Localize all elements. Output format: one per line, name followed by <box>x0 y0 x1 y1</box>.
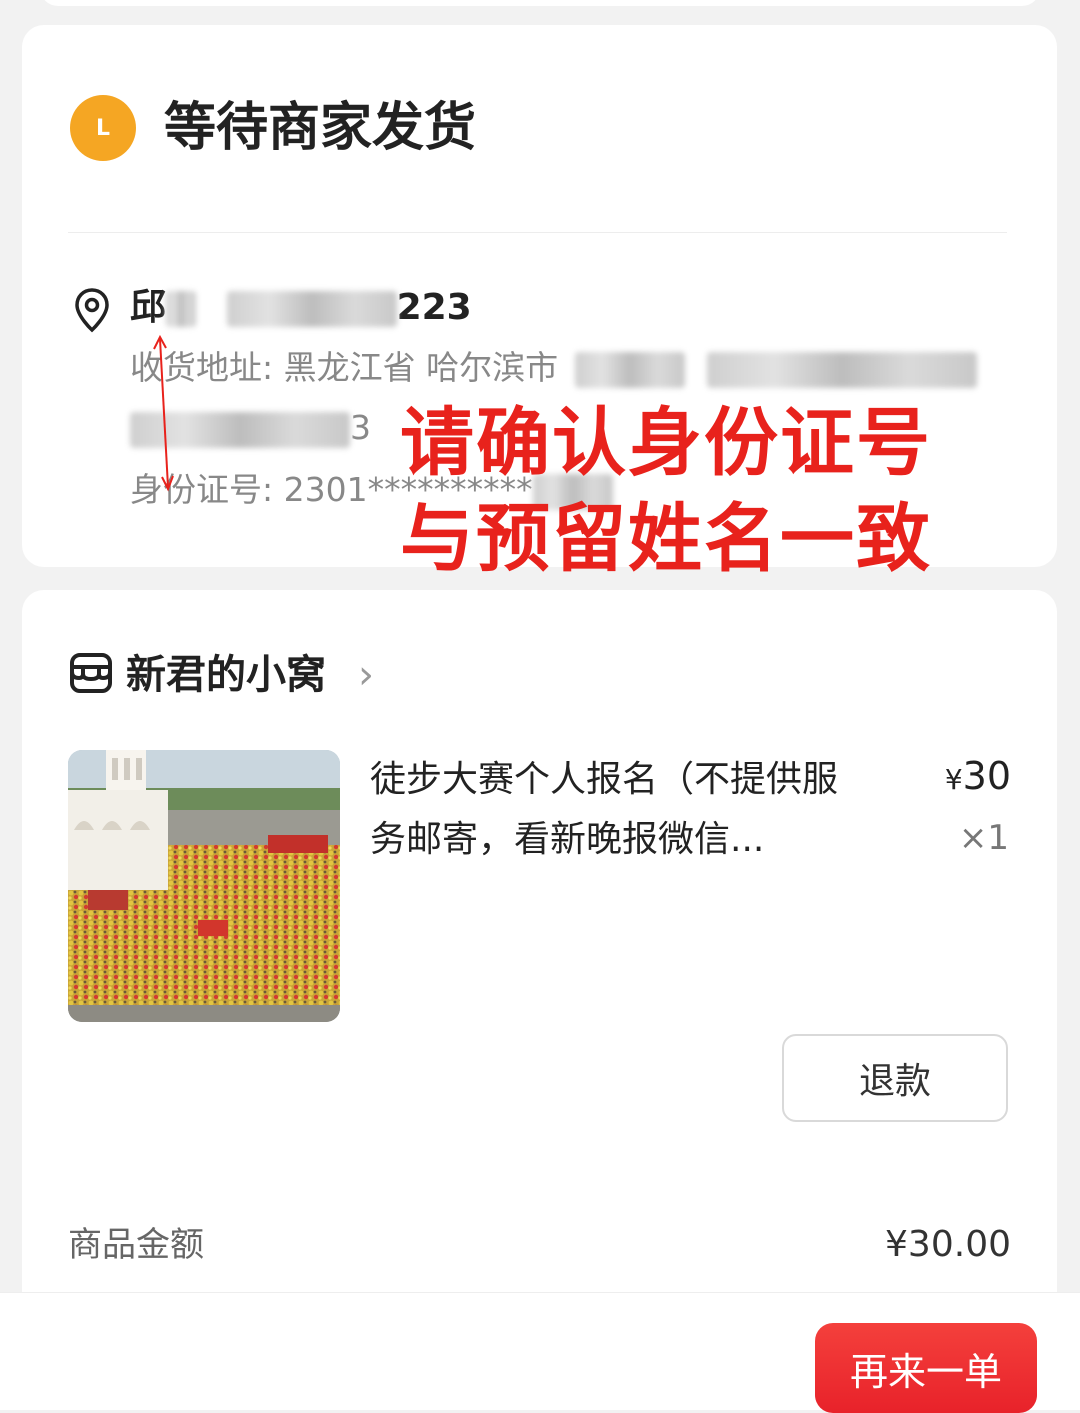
product-photo-icon <box>68 750 340 1022</box>
redacted-address <box>574 351 685 388</box>
product-title[interactable]: 徒步大赛个人报名（不提供服务邮寄，看新晚报微信... <box>370 750 850 870</box>
product-image[interactable] <box>68 750 340 1022</box>
bottom-action-bar: 再来一单 <box>0 1292 1080 1413</box>
location-pin-icon <box>75 288 109 333</box>
recipient-phone-suffix: 223 <box>396 287 472 328</box>
goods-amount-label: 商品金额 <box>68 1225 204 1265</box>
redacted-name <box>166 291 197 327</box>
product-price: ¥30 <box>945 750 1011 806</box>
redacted-address <box>707 351 978 388</box>
refund-button[interactable]: 退款 <box>782 1034 1008 1122</box>
status-clock-icon: L <box>70 95 136 161</box>
shop-name-link[interactable]: 新君的小窝 <box>126 648 326 702</box>
recipient-name-phone: 邱 223 <box>130 283 472 333</box>
currency-symbol: ¥ <box>944 763 963 796</box>
recipient-name: 邱 <box>130 287 167 328</box>
order-detail-card: 新君的小窝 › 徒步大赛个人报名（不提供服务邮寄，看新晚报微信... ¥30 ×… <box>22 590 1057 1330</box>
divider <box>68 232 1007 233</box>
goods-amount-value: ¥30.00 <box>885 1224 1011 1265</box>
price-value: 30 <box>962 754 1011 798</box>
reorder-button[interactable]: 再来一单 <box>815 1323 1037 1413</box>
address-tail: 3 <box>350 408 371 447</box>
chevron-right-icon[interactable]: › <box>358 648 374 702</box>
annotation-arrow-icon <box>153 334 174 492</box>
order-status-card: L 等待商家发货 邱 223 收货地址: 黑龙江省 哈尔滨市 3 身份证号: 2… <box>22 25 1057 582</box>
previous-card <box>40 0 1040 6</box>
redacted-phone <box>226 291 397 327</box>
order-status-title: 等待商家发货 <box>164 98 477 158</box>
shipping-address: 收货地址: 黑龙江省 哈尔滨市 <box>130 345 978 391</box>
address-label: 收货地址: 黑龙江省 哈尔滨市 <box>130 348 559 387</box>
annotation-text-line2: 与预留姓名一致 <box>400 496 932 582</box>
annotation-text-line1: 请确认身份证号 <box>400 400 932 486</box>
product-quantity: ×1 <box>958 818 1009 858</box>
shop-icon <box>70 653 112 693</box>
